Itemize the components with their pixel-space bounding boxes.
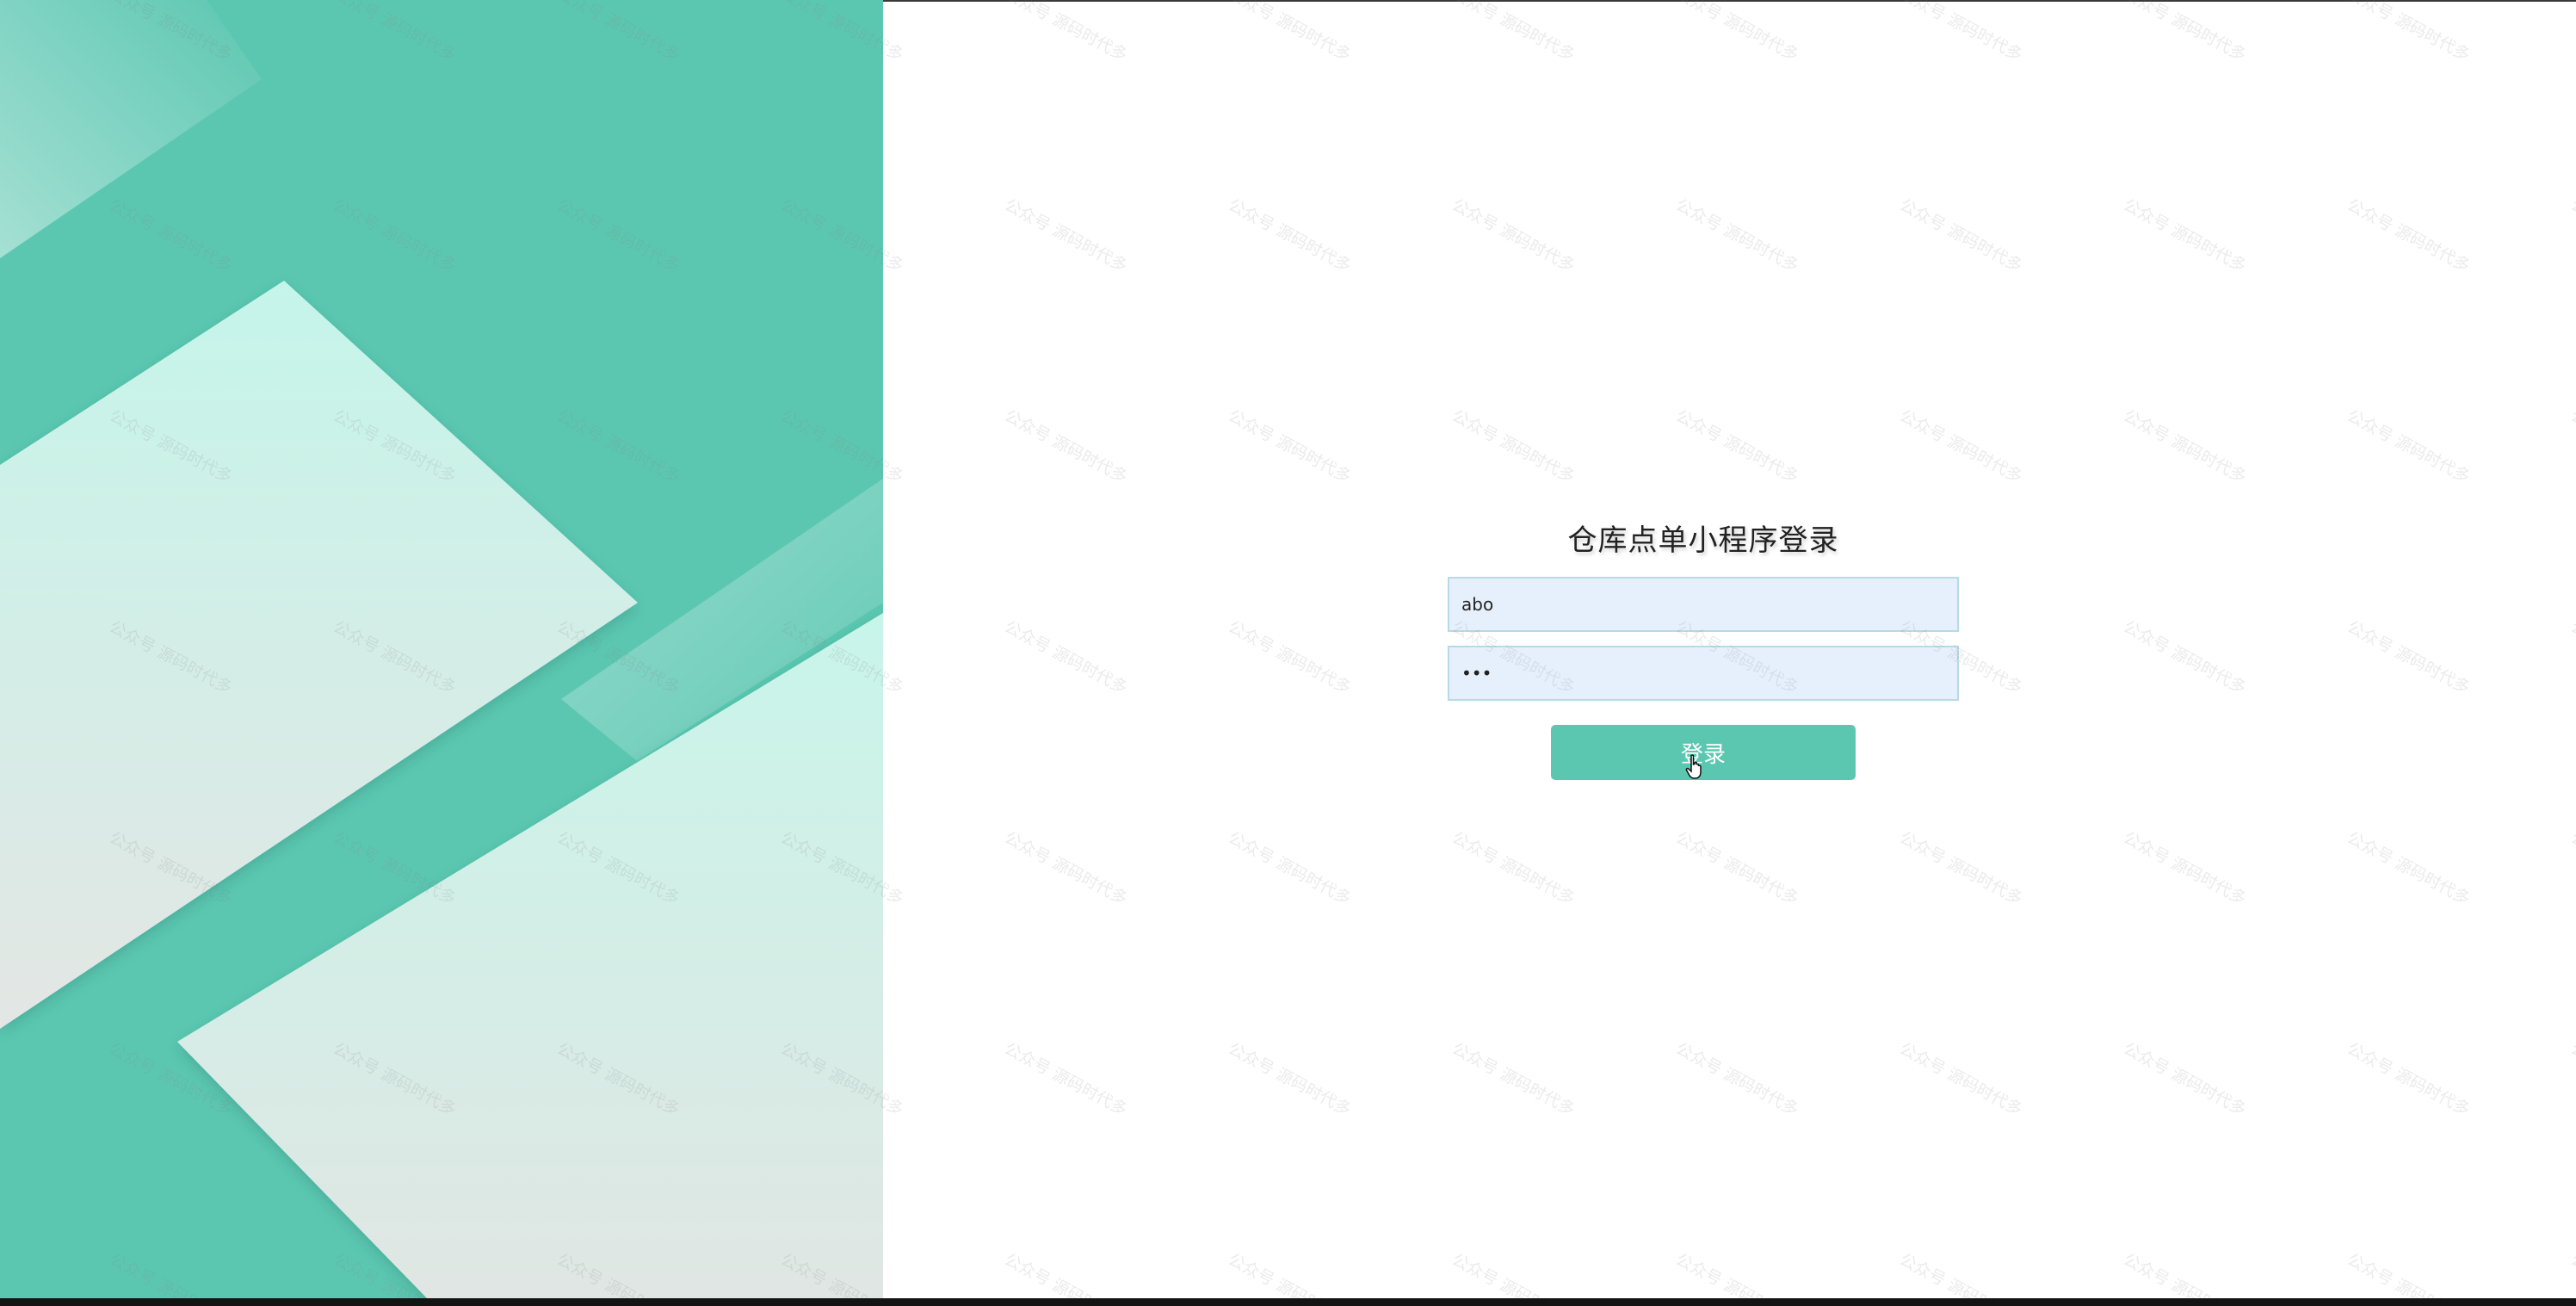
watermark-text: 公众号 源码时代多 bbox=[1449, 1250, 1578, 1306]
watermark-text: 公众号 源码时代多 bbox=[1672, 1250, 1802, 1306]
watermark-text: 公众号 源码时代多 bbox=[2120, 1250, 2250, 1306]
watermark-text: 公众号 源码时代多 bbox=[2344, 195, 2474, 276]
watermark-text: 公众号 源码时代多 bbox=[2567, 617, 2576, 698]
watermark-text: 公众号 源码时代多 bbox=[1225, 406, 1355, 487]
watermark-text: 公众号 源码时代多 bbox=[1225, 195, 1355, 276]
watermark-text: 公众号 源码时代多 bbox=[1449, 828, 1578, 909]
watermark-text: 公众号 源码时代多 bbox=[1001, 1250, 1131, 1306]
watermark-text: 公众号 源码时代多 bbox=[2567, 1250, 2576, 1306]
watermark-text: 公众号 源码时代多 bbox=[1001, 617, 1131, 698]
watermark-text: 公众号 源码时代多 bbox=[2344, 1250, 2474, 1306]
watermark-text: 公众号 源码时代多 bbox=[1896, 406, 2026, 487]
watermark-text: 公众号 源码时代多 bbox=[1896, 0, 2026, 65]
watermark-text: 公众号 源码时代多 bbox=[2567, 0, 2576, 65]
watermark-text: 公众号 源码时代多 bbox=[1449, 0, 1578, 65]
watermark-text: 公众号 源码时代多 bbox=[1001, 1039, 1131, 1120]
watermark-text: 公众号 源码时代多 bbox=[2120, 0, 2250, 65]
watermark-text: 公众号 源码时代多 bbox=[1672, 828, 1802, 909]
username-input[interactable] bbox=[1448, 577, 1959, 632]
watermark-text: 公众号 源码时代多 bbox=[2120, 828, 2250, 909]
watermark-text: 公众号 源码时代多 bbox=[2120, 1039, 2250, 1120]
watermark-text: 公众号 源码时代多 bbox=[1225, 828, 1355, 909]
watermark-text: 公众号 源码时代多 bbox=[2120, 617, 2250, 698]
watermark-text: 公众号 源码时代多 bbox=[1449, 406, 1578, 487]
watermark-text: 公众号 源码时代多 bbox=[1001, 406, 1131, 487]
watermark-text: 公众号 源码时代多 bbox=[1225, 1250, 1355, 1306]
password-input[interactable] bbox=[1448, 646, 1959, 701]
watermark-text: 公众号 源码时代多 bbox=[2344, 617, 2474, 698]
watermark-text: 公众号 源码时代多 bbox=[1896, 1039, 2026, 1120]
watermark-text: 公众号 源码时代多 bbox=[2120, 406, 2250, 487]
watermark-text: 公众号 源码时代多 bbox=[1001, 0, 1131, 65]
watermark-text: 公众号 源码时代多 bbox=[2567, 406, 2576, 487]
watermark-text: 公众号 源码时代多 bbox=[1001, 195, 1131, 276]
bottom-edge bbox=[0, 1298, 2576, 1306]
watermark-text: 公众号 源码时代多 bbox=[1449, 195, 1578, 276]
watermark-text: 公众号 源码时代多 bbox=[1672, 406, 1802, 487]
watermark-text: 公众号 源码时代多 bbox=[2344, 0, 2474, 65]
watermark-text: 公众号 源码时代多 bbox=[1672, 0, 1802, 65]
watermark-text: 公众号 源码时代多 bbox=[1896, 1250, 2026, 1306]
watermark-text: 公众号 源码时代多 bbox=[1225, 1039, 1355, 1120]
top-border bbox=[883, 0, 2576, 2]
watermark-text: 公众号 源码时代多 bbox=[1896, 195, 2026, 276]
watermark-text: 公众号 源码时代多 bbox=[2567, 1039, 2576, 1120]
watermark-text: 公众号 源码时代多 bbox=[1672, 195, 1802, 276]
watermark-text: 公众号 源码时代多 bbox=[2344, 406, 2474, 487]
decorative-background-art bbox=[0, 0, 883, 1298]
watermark-text: 公众号 源码时代多 bbox=[2567, 195, 2576, 276]
page-title: 仓库点单小程序登录 bbox=[1567, 523, 1839, 558]
watermark-text: 公众号 源码时代多 bbox=[2567, 828, 2576, 909]
watermark-text: 公众号 源码时代多 bbox=[1672, 1039, 1802, 1120]
watermark-text: 公众号 源码时代多 bbox=[2120, 195, 2250, 276]
login-form: 仓库点单小程序登录 登录 bbox=[1448, 515, 1959, 780]
watermark-text: 公众号 源码时代多 bbox=[1449, 1039, 1578, 1120]
watermark-text: 公众号 源码时代多 bbox=[1225, 617, 1355, 698]
decorative-panel bbox=[0, 0, 883, 1298]
hand-cursor-icon bbox=[1685, 754, 1702, 779]
watermark-text: 公众号 源码时代多 bbox=[2344, 1039, 2474, 1120]
watermark-text: 公众号 源码时代多 bbox=[2344, 828, 2474, 909]
login-page: 仓库点单小程序登录 登录 公众号 源码时代多公众号 源码时代多公众号 源码时代多… bbox=[0, 0, 2576, 1306]
light-strip-top bbox=[0, 0, 262, 258]
watermark-text: 公众号 源码时代多 bbox=[1896, 828, 2026, 909]
watermark-text: 公众号 源码时代多 bbox=[1001, 828, 1131, 909]
watermark-text: 公众号 源码时代多 bbox=[1225, 0, 1355, 65]
